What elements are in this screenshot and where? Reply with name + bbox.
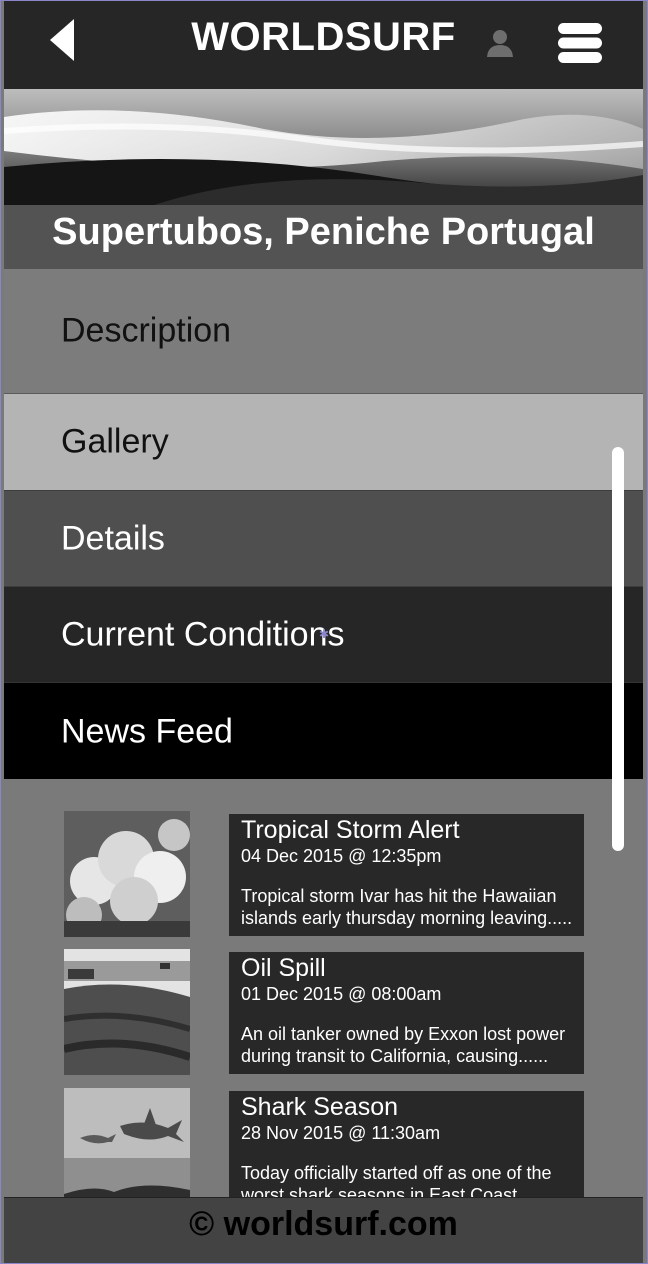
hero-wave-image [4, 89, 643, 205]
hamburger-menu-icon[interactable] [556, 21, 604, 65]
news-title: Oil Spill [241, 954, 326, 982]
shark-thumbnail [64, 1088, 190, 1197]
tab-label: News Feed [61, 712, 233, 750]
tab-label: Description [61, 311, 232, 350]
news-snippet: An oil tanker owned by Exxon lost power … [241, 1024, 566, 1066]
news-item[interactable]: Shark Season 28 Nov 2015 @ 11:30am Today… [62, 1088, 587, 1197]
app-title: WORLDSURF [191, 15, 456, 59]
news-snippet: Today officially started off as one of t… [241, 1163, 552, 1197]
top-bar: WORLDSURF [4, 1, 643, 89]
footer-copyright: © worldsurf.com [4, 1197, 643, 1263]
tab-label: Details [61, 519, 165, 558]
news-date: 01 Dec 2015 @ 08:00am [241, 984, 442, 1004]
news-item[interactable]: Tropical Storm Alert 04 Dec 2015 @ 12:35… [62, 811, 587, 937]
location-title: Supertubos, Peniche Portugal [4, 205, 643, 269]
tab-gallery[interactable]: Gallery [4, 394, 643, 490]
news-snippet: Tropical storm Ivar has hit the Hawaiian… [241, 886, 573, 928]
news-feed-list[interactable]: Tropical Storm Alert 04 Dec 2015 @ 12:35… [4, 779, 643, 1197]
news-date: 04 Dec 2015 @ 12:35pm [241, 846, 442, 866]
tab-details[interactable]: Details [4, 490, 643, 587]
user-icon[interactable] [484, 27, 516, 59]
scrollbar[interactable] [612, 447, 624, 851]
tab-news-feed[interactable]: News Feed [4, 682, 643, 780]
tab-label: Gallery [61, 422, 169, 461]
tab-description[interactable]: Description [4, 269, 643, 394]
mouse-cursor-icon: ✱ [319, 627, 330, 641]
news-title: Tropical Storm Alert [241, 816, 460, 844]
news-item[interactable]: Oil Spill 01 Dec 2015 @ 08:00am An oil t… [62, 949, 587, 1075]
news-title: Shark Season [241, 1093, 399, 1121]
oil-spill-thumbnail [64, 949, 190, 1075]
news-date: 28 Nov 2015 @ 11:30am [241, 1123, 441, 1143]
tab-label: Current Conditions [61, 615, 345, 654]
storm-clouds-thumbnail [64, 811, 190, 937]
app-frame: WORLDSURF Supertubos, Peniche Portugal D… [0, 0, 648, 1264]
news-card: Oil Spill 01 Dec 2015 @ 08:00am An oil t… [229, 952, 584, 1074]
news-card: Tropical Storm Alert 04 Dec 2015 @ 12:35… [229, 814, 584, 936]
news-card: Shark Season 28 Nov 2015 @ 11:30am Today… [229, 1091, 584, 1197]
